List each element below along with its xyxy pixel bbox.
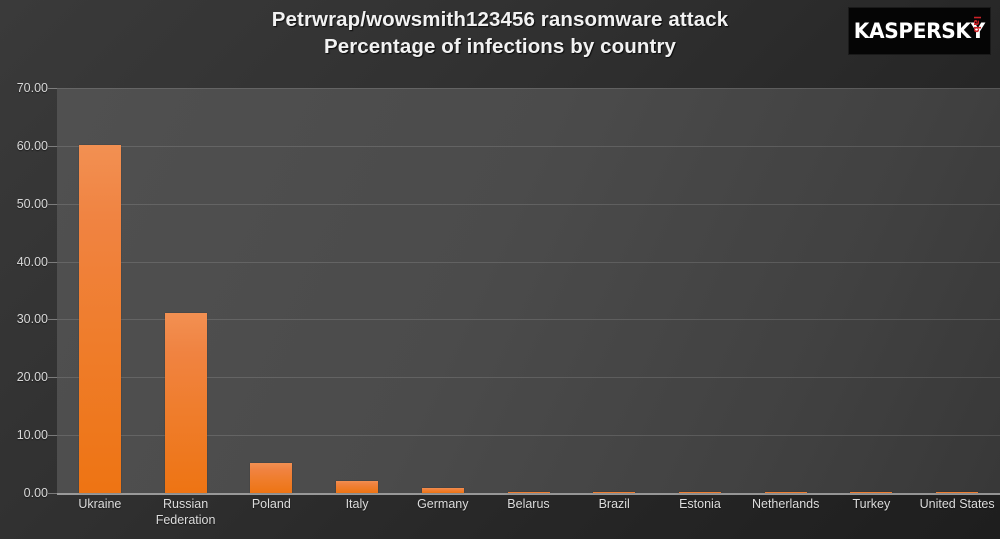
bar (336, 480, 379, 493)
gridline (57, 88, 1000, 89)
x-axis-label: Estonia (679, 497, 721, 511)
y-axis-tick (48, 88, 57, 89)
y-axis-tick (48, 493, 57, 494)
gridline (57, 203, 1000, 205)
x-axis-label: Poland (251, 497, 291, 511)
y-axis-label: 0.00 (23, 486, 48, 500)
bar (593, 492, 636, 493)
bar (78, 144, 121, 493)
x-axis-label: Turkey (852, 497, 891, 511)
bar (421, 488, 464, 493)
bar (507, 492, 550, 493)
x-axis-label: Belarus (507, 497, 550, 511)
x-axis-label: Russian Federation (155, 497, 216, 527)
x-axis-label: Netherlands (751, 497, 820, 511)
y-axis-label: 20.00 (16, 370, 48, 385)
x-axis: Ukraine Russian Federation Poland Italy Germ… (57, 496, 1000, 539)
gridline (57, 145, 1000, 147)
y-axis-label: 50.00 (16, 196, 48, 211)
y-axis-tick (48, 145, 57, 147)
y-axis-label: 10.00 (16, 428, 48, 443)
plot-area (57, 88, 1000, 495)
x-axis-label: Italy (345, 497, 369, 511)
y-axis-tick (48, 319, 57, 321)
bar (850, 492, 893, 493)
bar (250, 462, 293, 493)
y-axis-tick (48, 435, 57, 437)
bar (678, 492, 721, 493)
y-axis-label: 30.00 (16, 312, 48, 327)
gridline (57, 261, 1000, 263)
gridline (57, 493, 1000, 495)
y-axis-label: 40.00 (16, 254, 48, 269)
x-axis-label: Germany (417, 497, 469, 511)
bar (164, 313, 207, 493)
y-axis-label: 70.00 (16, 81, 48, 95)
y-axis: 0.00 10.00 20.00 30.00 40.00 50.00 60.00 70.00 (0, 0, 57, 539)
x-axis-label: Brazil (598, 497, 630, 511)
y-axis-label: 60.00 (16, 138, 48, 153)
y-axis-tick (48, 261, 57, 263)
x-axis-label: Ukraine (78, 497, 122, 511)
bar (764, 492, 807, 493)
x-axis-label: United States (919, 497, 995, 511)
bar-chart: 0.00 10.00 20.00 30.00 40.00 50.00 60.00 70.00 … (0, 0, 1000, 539)
bar (936, 492, 979, 493)
y-axis-tick (48, 203, 57, 205)
y-axis-tick (48, 377, 57, 379)
